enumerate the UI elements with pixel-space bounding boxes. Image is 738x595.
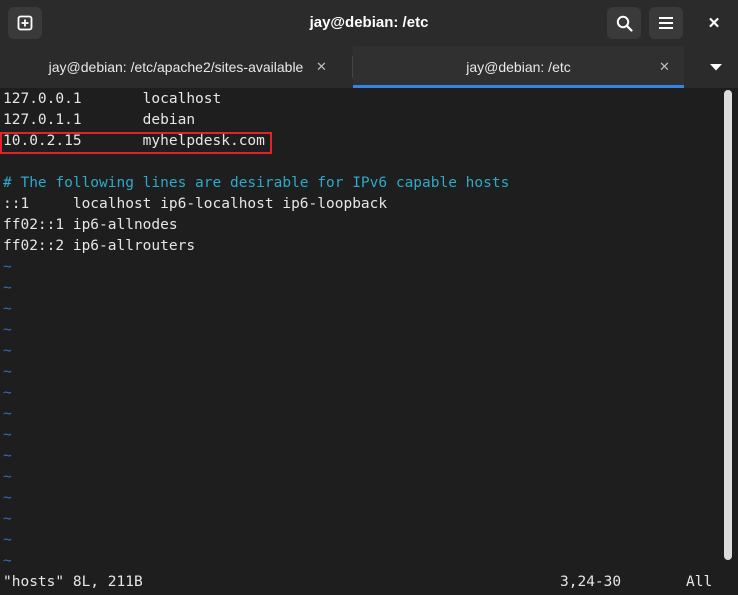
tab-close-icon[interactable]: ✕ — [316, 59, 327, 75]
close-window-button[interactable]: ✕ — [697, 7, 731, 39]
terminal-content[interactable]: 127.0.0.1 localhost 127.0.1.1 debian 10.… — [0, 88, 722, 595]
window-title: jay@debian: /etc — [309, 14, 429, 31]
tab-bar: jay@debian: /etc/apache2/sites-available… — [0, 46, 738, 88]
tab-label: jay@debian: /etc/apache2/sites-available — [48, 59, 304, 75]
empty-line-tilde: ~ — [3, 553, 12, 569]
chevron-down-icon — [710, 64, 722, 71]
empty-line-tilde: ~ — [3, 427, 12, 443]
tabs-menu-button[interactable] — [700, 46, 732, 88]
close-icon: ✕ — [707, 15, 721, 32]
header-bar: jay@debian: /etc ✕ — [0, 0, 738, 46]
hosts-line: ff02::2 ip6-allrouters — [3, 238, 196, 254]
main-menu-button[interactable] — [649, 7, 683, 39]
empty-line-tilde: ~ — [3, 280, 12, 296]
highlight-box — [0, 132, 272, 154]
status-cursor-position: 3,24-30 — [560, 574, 622, 590]
hosts-line: ::1 localhost ip6-localhost ip6-loopback — [3, 196, 388, 212]
hosts-line: ff02::1 ip6-allnodes — [3, 217, 178, 233]
hosts-line: 127.0.1.1 debian — [3, 112, 196, 128]
search-button[interactable] — [607, 7, 641, 39]
status-file-info: "hosts" 8L, 211B — [3, 574, 143, 590]
hosts-line: 127.0.0.1 localhost — [3, 91, 222, 107]
new-tab-icon — [17, 15, 33, 31]
status-scroll-indicator: All — [686, 574, 713, 590]
empty-line-tilde: ~ — [3, 364, 12, 380]
empty-line-tilde: ~ — [3, 469, 12, 485]
empty-line-tilde: ~ — [3, 301, 12, 317]
tab-close-icon[interactable]: ✕ — [659, 59, 670, 75]
tab-label: jay@debian: /etc — [466, 59, 571, 75]
empty-line-tilde: ~ — [3, 490, 12, 506]
empty-line-tilde: ~ — [3, 322, 12, 338]
empty-line-tilde: ~ — [3, 511, 12, 527]
comment-line: # The following lines are desirable for … — [3, 175, 510, 191]
tab-etc[interactable]: jay@debian: /etc ✕ — [353, 46, 684, 88]
tab-apache-sites[interactable]: jay@debian: /etc/apache2/sites-available… — [0, 46, 352, 88]
empty-line-tilde: ~ — [3, 406, 12, 422]
empty-line-tilde: ~ — [3, 343, 12, 359]
search-icon — [616, 15, 633, 32]
scrollbar[interactable] — [724, 90, 732, 560]
empty-line-tilde: ~ — [3, 259, 12, 275]
empty-line-tilde: ~ — [3, 385, 12, 401]
empty-line-tilde: ~ — [3, 532, 12, 548]
empty-line-tilde: ~ — [3, 448, 12, 464]
new-tab-button[interactable] — [8, 7, 42, 39]
hamburger-menu-icon — [659, 17, 673, 29]
